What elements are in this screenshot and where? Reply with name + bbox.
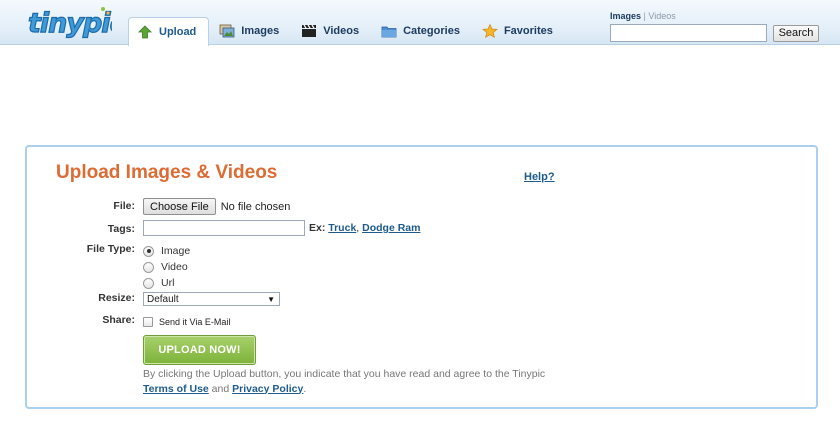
resize-selected-value: Default (147, 293, 179, 305)
file-type-image[interactable]: Image (143, 243, 190, 259)
share-email-label: Send it Via E-Mail (159, 317, 231, 327)
tags-example: Ex: Truck, Dodge Ram (309, 222, 420, 234)
radio-label-url: Url (161, 277, 175, 289)
search-button[interactable]: Search (773, 24, 819, 42)
upload-panel: Upload Images & Videos Help? File: Choos… (25, 145, 818, 409)
radio-url[interactable] (143, 277, 154, 289)
search-type-videos[interactable]: Videos (648, 11, 675, 21)
tab-videos[interactable]: Videos (291, 17, 371, 45)
terms-notice-text: By clicking the Upload button, you indic… (143, 368, 546, 380)
search-type-images[interactable]: Images (610, 11, 641, 21)
share-email-checkbox[interactable] (143, 317, 153, 327)
tab-upload[interactable]: Upload (128, 17, 210, 46)
resize-field: Default ▼ (143, 292, 280, 306)
search-type-separator: | (643, 11, 646, 21)
choose-file-button[interactable]: Choose File (143, 198, 216, 215)
tab-label: Favorites (503, 25, 553, 37)
tab-label: Videos (323, 25, 360, 37)
radio-label-image: Image (161, 245, 191, 257)
search-area: Images | Videos Search (610, 11, 819, 42)
share-field: Send it Via E-Mail (143, 317, 230, 327)
tab-favorites[interactable]: Favorites (472, 17, 565, 45)
images-icon (219, 24, 235, 38)
tab-label: Categories (403, 25, 460, 37)
tags-field: Ex: Truck, Dodge Ram (143, 220, 420, 236)
svg-text:tinypic: tinypic (28, 8, 112, 39)
radio-label-video: Video (161, 261, 188, 273)
tab-label: Images (241, 25, 280, 37)
film-clapper-icon (301, 24, 317, 38)
upload-now-button[interactable]: UPLOAD NOW! (143, 335, 256, 365)
file-status: No file chosen (220, 200, 291, 213)
resize-select[interactable]: Default ▼ (143, 292, 280, 306)
tab-images[interactable]: Images (209, 17, 291, 45)
tags-example-prefix: Ex: (309, 222, 326, 234)
file-field: Choose File No file chosen (143, 198, 290, 215)
terms-period: . (303, 382, 307, 395)
file-type-group: Image Video Url (143, 243, 190, 291)
file-type-label: File Type: (86, 243, 135, 255)
header: tinypic Upload Images Videos (0, 0, 840, 46)
terms-and-text: and (211, 382, 230, 395)
resize-label: Resize: (98, 292, 135, 304)
page-title: Upload Images & Videos (56, 162, 278, 183)
tags-label: Tags: (107, 223, 135, 235)
tab-categories[interactable]: Categories (371, 17, 472, 45)
tags-input[interactable] (143, 220, 305, 236)
search-input[interactable] (610, 24, 767, 42)
search-row: Search (610, 24, 819, 42)
main-tabs: Upload Images Videos Categories Favorite… (128, 17, 565, 46)
search-type-toggle: Images | Videos (610, 11, 819, 21)
tags-example-dodge-ram[interactable]: Dodge Ram (362, 222, 420, 234)
folder-icon (381, 24, 397, 38)
tab-label: Upload (159, 26, 197, 38)
privacy-policy-link[interactable]: Privacy Policy (232, 383, 303, 395)
upload-arrow-icon (137, 25, 153, 39)
file-label: File: (113, 200, 135, 212)
terms-of-use-link[interactable]: Terms of Use (143, 383, 209, 395)
terms-notice: By clicking the Upload button, you indic… (143, 367, 563, 396)
file-type-url[interactable]: Url (143, 275, 190, 291)
tags-example-truck[interactable]: Truck (328, 222, 356, 234)
radio-image[interactable] (143, 245, 154, 257)
help-link[interactable]: Help? (524, 171, 555, 183)
tags-example-separator: , (356, 222, 360, 234)
radio-video[interactable] (143, 261, 154, 273)
star-icon (482, 23, 498, 39)
dropdown-arrow-icon: ▼ (267, 294, 275, 304)
share-label: Share: (102, 314, 135, 326)
file-type-video[interactable]: Video (143, 259, 190, 275)
tinypic-logo[interactable]: tinypic (26, 3, 112, 41)
